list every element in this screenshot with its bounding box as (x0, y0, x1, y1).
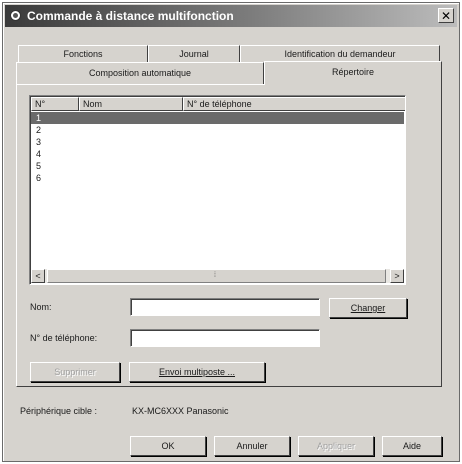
grip-icon: ⁞ (214, 272, 216, 279)
list-header: N° Nom N° de téléphone (31, 97, 405, 111)
target-device-label: Périphérique cible : (20, 406, 98, 416)
name-input[interactable] (130, 298, 320, 316)
list-item[interactable]: 6 (31, 172, 404, 184)
window-title: Commande à distance multifonction (27, 9, 234, 23)
app-icon (10, 10, 21, 21)
column-header-number[interactable]: N° (31, 97, 79, 111)
list-item[interactable]: 4 (31, 148, 404, 160)
change-button[interactable]: Changer (329, 298, 407, 318)
target-device-value: KX-MC6XXX Panasonic (132, 406, 229, 416)
tab-repertoire[interactable]: Répertoire (264, 61, 442, 85)
list-item[interactable]: 1 (31, 112, 404, 124)
column-header-phone[interactable]: N° de téléphone (183, 97, 405, 111)
close-button[interactable]: ✕ (438, 8, 454, 23)
column-header-name[interactable]: Nom (79, 97, 183, 111)
scroll-right-icon[interactable]: > (390, 269, 404, 283)
horizontal-scrollbar[interactable]: < ⁞ > (31, 269, 404, 283)
ok-button[interactable]: OK (130, 436, 206, 456)
cancel-button[interactable]: Annuler (214, 436, 290, 456)
title-bar[interactable]: Commande à distance multifonction ✕ (5, 5, 457, 27)
scroll-left-icon[interactable]: < (31, 269, 45, 283)
multipost-button[interactable]: Envoi multiposte ... (129, 362, 265, 382)
list-rows: 1 2 3 4 5 6 (31, 112, 404, 184)
phone-label: N° de téléphone: (30, 333, 98, 343)
delete-button[interactable]: Supprimer (30, 362, 120, 382)
tab-composition-automatique[interactable]: Composition automatique (16, 62, 264, 84)
list-item[interactable]: 2 (31, 124, 404, 136)
tab-journal[interactable]: Journal (148, 45, 240, 63)
apply-button[interactable]: Appliquer (298, 436, 374, 456)
name-label: Nom: (30, 302, 52, 312)
list-item[interactable]: 3 (31, 136, 404, 148)
list-item[interactable]: 5 (31, 160, 404, 172)
tab-fonctions[interactable]: Fonctions (18, 45, 148, 63)
phone-input[interactable] (130, 329, 320, 347)
change-button-label: Changer (350, 303, 386, 313)
scrollbar-thumb[interactable]: ⁞ (47, 269, 386, 283)
multipost-button-label: Envoi multiposte ... (158, 367, 236, 377)
directory-list[interactable]: N° Nom N° de téléphone 1 2 3 4 5 6 < ⁞ > (29, 95, 406, 285)
help-button[interactable]: Aide (382, 436, 442, 456)
